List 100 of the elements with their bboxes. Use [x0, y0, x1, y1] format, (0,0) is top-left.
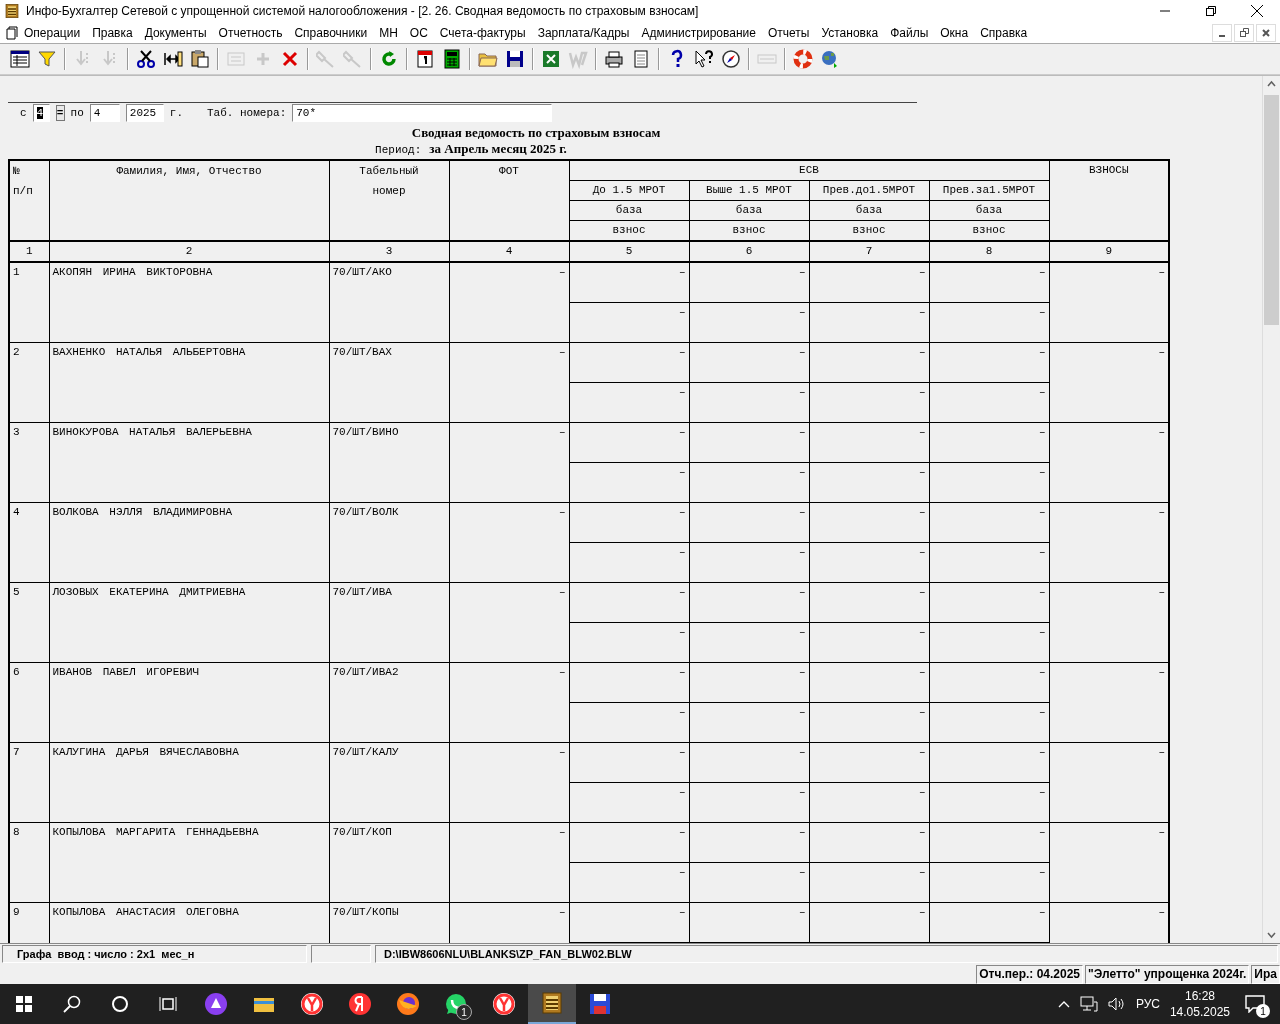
table-cell: –: [689, 502, 809, 543]
close-icon: [1262, 28, 1270, 37]
search-icon: [63, 995, 81, 1013]
notifications-button[interactable]: 1: [1240, 984, 1270, 1024]
table-cell: –: [929, 342, 1049, 383]
filter-icon[interactable]: [37, 49, 57, 69]
input-field[interactable]: 4: [32, 104, 50, 122]
network-icon[interactable]: [1079, 996, 1098, 1012]
document-icon[interactable]: [6, 25, 18, 40]
circle-icon: [111, 995, 129, 1013]
fox-icon: [396, 992, 420, 1016]
column-header: Выше 1.5 МРОТ: [689, 180, 809, 201]
column-header: база: [689, 200, 809, 221]
table-cell: –: [449, 342, 569, 423]
scrollbar-thumb[interactable]: [1264, 95, 1279, 325]
spreadsheet-icon[interactable]: [541, 49, 561, 69]
column-header: До 1.5 МРОТ: [569, 180, 689, 201]
table-cell: –: [689, 622, 809, 663]
menu-item[interactable]: Счета-фактуры: [433, 25, 532, 40]
app-icon: [4, 3, 20, 19]
notification-badge: 1: [456, 1004, 472, 1020]
floppy-icon[interactable]: [505, 49, 525, 69]
pointer-help-icon[interactable]: [694, 49, 714, 69]
table-cell: –: [929, 262, 1049, 303]
menu-item[interactable]: Окна: [934, 25, 975, 40]
table-cell: 2: [9, 342, 49, 423]
table-cell: –: [809, 502, 929, 543]
assistant-icon: [204, 992, 228, 1016]
menu-item[interactable]: Справочники: [288, 25, 374, 40]
windows-icon: [16, 996, 32, 1012]
status-panel: "Элетто" упрощенка 2024г.: [1085, 964, 1250, 984]
table-cell: 70/ШТ/КОП: [329, 822, 449, 903]
clock[interactable]: 16:28 14.05.2025: [1169, 988, 1230, 1020]
vertical-scrollbar[interactable]: [1262, 76, 1280, 943]
table-cell: –: [809, 262, 929, 303]
equals-button[interactable]: =: [55, 105, 65, 121]
window-title: Инфо-Бухгалтер Сетевой с упрощенной системой налогообложения - [2. 26. Сводная ведомость по страховым взносам]: [26, 4, 700, 18]
calculator-icon[interactable]: [442, 49, 462, 69]
page-icon[interactable]: [631, 49, 651, 69]
taskbar-app[interactable]: [528, 984, 576, 1024]
table-cell: –: [569, 662, 689, 703]
taskbar-app[interactable]: 1: [432, 984, 480, 1024]
table-cell: –: [689, 262, 809, 303]
menu-item[interactable]: Зарплата/Кадры: [531, 25, 636, 40]
menu-item[interactable]: МН: [373, 25, 404, 40]
floppy-icon: [588, 992, 612, 1016]
column-number: 5: [569, 241, 689, 262]
input-field[interactable]: 70*: [292, 104, 553, 122]
menu-item[interactable]: Установка: [815, 25, 885, 40]
table-cell: –: [689, 702, 809, 743]
refresh-icon[interactable]: [379, 49, 399, 69]
column-header: Прев.до1.5МРОТ: [809, 180, 929, 201]
compass-icon[interactable]: [721, 49, 741, 69]
close-button[interactable]: [1256, 23, 1276, 42]
table-cell: –: [809, 902, 929, 943]
menu-item[interactable]: Администрирование: [635, 25, 762, 40]
table-cell: –: [809, 462, 929, 503]
table-cell: –: [689, 862, 809, 903]
table-cell: –: [569, 342, 689, 383]
column-number: 8: [929, 241, 1049, 262]
table-cell: –: [569, 742, 689, 783]
table-cell: –: [449, 502, 569, 583]
menu-item[interactable]: Документы: [138, 25, 213, 40]
chevron-up-icon[interactable]: [1057, 1000, 1070, 1008]
printer-icon[interactable]: [604, 49, 624, 69]
table-cell: 70/ШТ/ВАХ: [329, 342, 449, 423]
column-insert-icon[interactable]: [163, 49, 183, 69]
table-cell: 70/ШТ/АКО: [329, 262, 449, 343]
menu-item[interactable]: Операции: [18, 25, 87, 40]
menu-item[interactable]: ОС: [403, 25, 434, 40]
restore-button[interactable]: [1234, 23, 1254, 42]
table-cell: –: [569, 542, 689, 583]
scissors-icon[interactable]: [136, 49, 156, 69]
column-number: 7: [809, 241, 929, 262]
browser-icon: [492, 992, 516, 1016]
table-cell: 7: [9, 742, 49, 823]
clipboard-icon[interactable]: [190, 49, 210, 69]
menu-item[interactable]: Справка: [974, 25, 1034, 40]
input-field[interactable]: 4: [89, 104, 120, 122]
menu-item[interactable]: Файлы: [884, 25, 935, 40]
table-cell: –: [449, 582, 569, 663]
lifebuoy-icon[interactable]: [793, 49, 813, 69]
calendar-icon[interactable]: [415, 49, 435, 69]
menu-item[interactable]: Отчеты: [761, 25, 816, 40]
menu-item[interactable]: Правка: [86, 25, 139, 40]
table-cell: –: [929, 742, 1049, 783]
table-cell: –: [569, 822, 689, 863]
column-group-header: ЕСВ: [569, 160, 1049, 181]
table-cell: –: [689, 342, 809, 383]
language-indicator[interactable]: РУС: [1135, 997, 1160, 1011]
globe-icon[interactable]: [820, 49, 840, 69]
minimize-button[interactable]: [1212, 23, 1232, 42]
delete-icon[interactable]: [280, 49, 300, 69]
tab-numbers-label: Таб. номера:: [207, 107, 287, 119]
input-field[interactable]: 2025: [125, 104, 164, 122]
menu-item[interactable]: Отчетность: [212, 25, 289, 40]
table-cell: ВОЛКОВА НЭЛЛЯ ВЛАДИМИРОВНА: [49, 502, 329, 583]
report-title: Сводная ведомость по страховым взносам: [410, 125, 662, 141]
speaker-icon[interactable]: [1107, 996, 1126, 1012]
table-icon[interactable]: [10, 49, 30, 69]
